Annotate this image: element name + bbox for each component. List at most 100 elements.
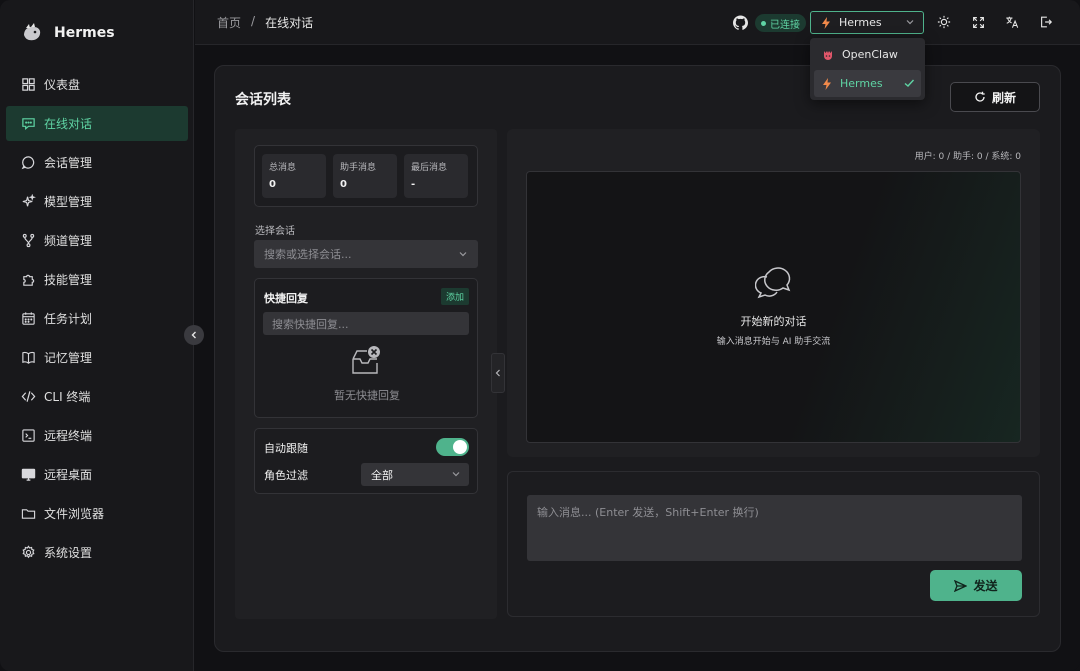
stat-label: 助手消息 [340,163,377,173]
session-list-collapse-button[interactable] [491,353,505,393]
chat-area: 用户: 0 / 助手: 0 / 系统: 0 开始新的对话 输入消息开始与 AI … [507,129,1040,457]
send-label: 发送 [973,579,998,593]
role-filter-label: 角色过滤 [264,469,308,482]
sidebar-item-memory[interactable]: 记忆管理 [6,340,188,375]
sidebar: Hermes 仪表盘 在线对话 会话管理 模型管理 频道管理 技能管理 任务计划… [0,0,194,671]
send-icon [954,579,968,592]
sidebar-item-label: 记忆管理 [44,351,93,365]
stat-assistant-messages: 助手消息 0 [333,154,397,198]
sidebar-collapse-button[interactable] [184,325,204,345]
brand[interactable]: Hermes [20,20,115,46]
agent-option-label: Hermes [840,77,883,90]
connection-status-text: 已连接 [770,19,800,31]
logout-button[interactable] [1037,13,1055,31]
fullscreen-button[interactable] [969,13,987,31]
agent-select[interactable]: Hermes [810,11,924,34]
connection-status-badge: 已连接 [755,14,806,32]
agent-option-hermes[interactable]: Hermes [814,70,921,97]
agent-dropdown-menu: OpenClaw Hermes [810,38,925,100]
app-window: Hermes 仪表盘 在线对话 会话管理 模型管理 频道管理 技能管理 任务计划… [0,0,1080,671]
sidebar-item-dashboard[interactable]: 仪表盘 [6,67,188,102]
language-button[interactable] [1003,13,1021,31]
sidebar-item-label: 技能管理 [44,273,93,287]
session-select-placeholder: 搜索或选择会话... [264,248,352,261]
dashboard-icon [20,77,36,93]
lightning-icon [822,16,830,29]
toggle-knob [453,440,467,454]
sidebar-item-label: 在线对话 [44,117,93,131]
puzzle-icon [20,272,36,288]
breadcrumb-separator: / [251,14,256,28]
session-select[interactable]: 搜索或选择会话... [254,240,478,268]
agent-option-openclaw[interactable]: OpenClaw [814,41,921,68]
chat-bubbles-icon [755,267,791,299]
refresh-label: 刷新 [991,90,1016,105]
add-quick-reply-button[interactable]: 添加 [440,288,469,305]
lightning-icon [823,77,831,90]
stat-total-messages: 总消息 0 [262,154,326,198]
sidebar-item-tasks[interactable]: 任务计划 [6,301,188,336]
sidebar-item-label: 系统设置 [44,546,93,560]
message-list[interactable]: 开始新的对话 输入消息开始与 AI 助手交流 [526,171,1021,443]
top-header: 首页 / 在线对话 已连接 Hermes [195,0,1080,45]
sparkles-icon [20,194,36,210]
agent-option-label: OpenClaw [842,48,898,61]
stat-value: 0 [340,179,347,190]
session-icon [20,155,36,171]
gear-icon [20,545,36,561]
select-session-label: 选择会话 [255,226,295,237]
message-input[interactable] [527,495,1022,561]
refresh-button[interactable]: 刷新 [950,82,1040,112]
claw-logo-icon [824,50,832,60]
stat-label: 最后消息 [411,163,448,173]
branch-icon [20,233,36,249]
sidebar-item-chat[interactable]: 在线对话 [6,106,188,141]
stat-value: 0 [269,179,276,190]
theme-toggle-button[interactable] [935,13,953,31]
message-counts: 用户: 0 / 助手: 0 / 系统: 0 [914,152,1021,162]
breadcrumb-home[interactable]: 首页 [217,14,241,31]
code-icon [20,389,36,405]
sidebar-item-sessions[interactable]: 会话管理 [6,145,188,180]
role-filter-value: 全部 [371,468,393,482]
send-button[interactable]: 发送 [930,570,1022,601]
sidebar-item-label: 远程桌面 [44,468,93,482]
sidebar-item-channels[interactable]: 频道管理 [6,223,188,258]
quick-reply-title: 快捷回复 [264,292,308,305]
chevron-down-icon [452,472,460,477]
sidebar-item-skills[interactable]: 技能管理 [6,262,188,297]
chevron-left-icon [191,331,196,339]
sidebar-item-remote-terminal[interactable]: 远程终端 [6,418,188,453]
chat-icon [20,116,36,132]
sidebar-item-models[interactable]: 模型管理 [6,184,188,219]
terminal-icon [20,428,36,444]
book-icon [20,350,36,366]
message-stats: 总消息 0 助手消息 0 最后消息 - [254,145,478,207]
brand-logo-icon [24,23,41,41]
github-icon[interactable] [731,13,749,31]
sidebar-item-label: 模型管理 [44,195,93,209]
auto-follow-toggle[interactable] [436,438,469,456]
sidebar-item-remote-desktop[interactable]: 远程桌面 [6,457,188,492]
role-filter-select[interactable]: 全部 [361,463,469,486]
expand-icon [972,16,984,28]
message-composer: 发送 [507,471,1040,617]
stat-value: - [411,179,416,190]
sidebar-item-label: 频道管理 [44,234,93,248]
quick-reply-search-input[interactable]: 搜索快捷回复... [263,312,469,335]
translate-icon [1006,16,1019,28]
auto-follow-label: 自动跟随 [264,442,308,455]
page-title: 会话列表 [235,92,291,108]
empty-inbox-icon [352,346,380,374]
calendar-icon [20,311,36,327]
sidebar-item-label: 会话管理 [44,156,93,170]
quick-reply-card: 快捷回复 添加 搜索快捷回复... 暂无快捷回复 [254,278,478,418]
sidebar-item-cli[interactable]: CLI 终端 [6,379,188,414]
sidebar-item-file-browser[interactable]: 文件浏览器 [6,496,188,531]
chevron-down-icon [906,20,914,25]
session-panel: 会话列表 刷新 总消息 0 助手消息 0 最后消息 - 选择会话 搜索或选择会话… [214,65,1061,652]
logout-icon [1041,16,1053,28]
sidebar-item-settings[interactable]: 系统设置 [6,535,188,570]
empty-chat-subtitle: 输入消息开始与 AI 助手交流 [716,337,831,347]
breadcrumb-current: 在线对话 [265,16,314,30]
